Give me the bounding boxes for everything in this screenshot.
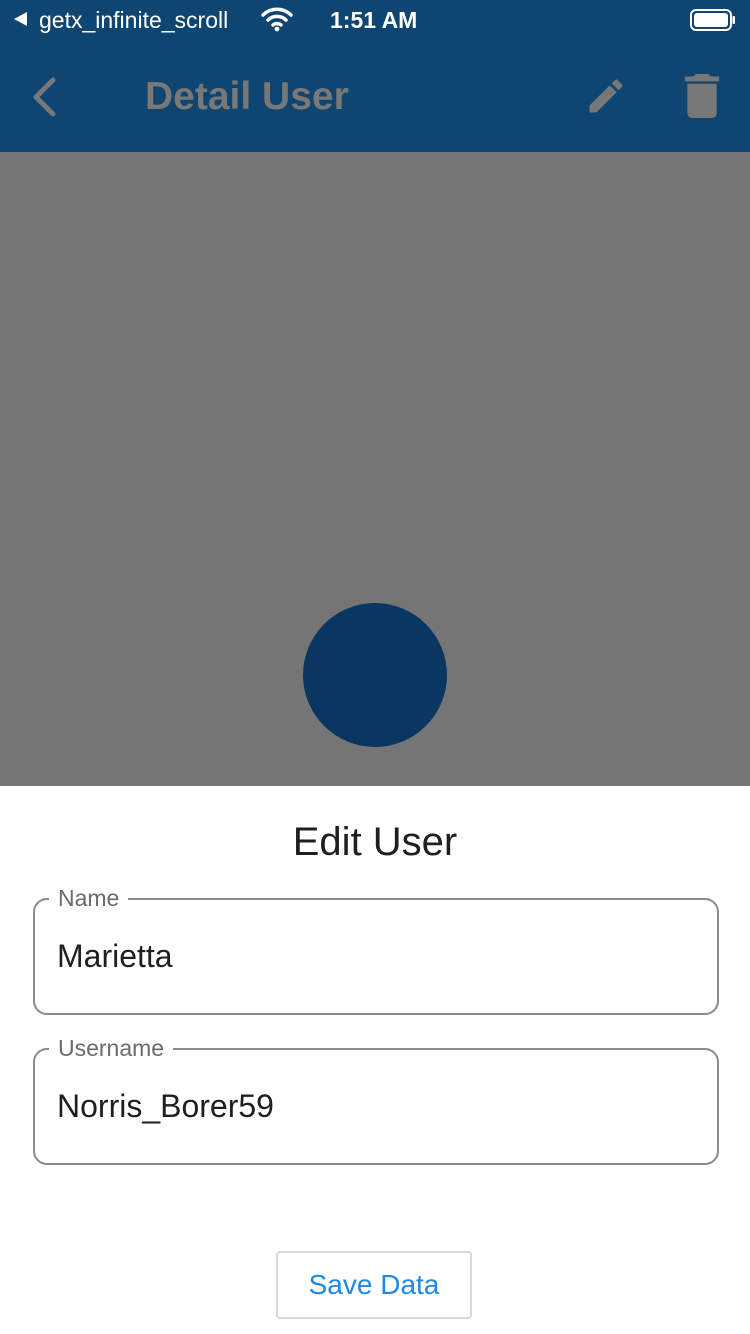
name-input[interactable] [57,930,687,982]
pencil-icon[interactable] [584,74,628,118]
wifi-icon [261,7,293,32]
edit-user-bottom-sheet: Edit User Name Username Save Data [0,786,750,1334]
chevron-left-icon[interactable] [22,70,70,124]
save-data-button[interactable]: Save Data [276,1251,472,1319]
trash-icon[interactable] [682,74,722,118]
status-time: 1:51 AM [330,7,418,33]
app-bar: Detail User [0,40,750,152]
status-bar: getx_infinite_scroll 1:51 AM [0,0,750,40]
back-to-app-icon[interactable] [14,12,27,26]
name-field[interactable]: Name [33,884,719,1015]
page-title: Detail User [145,75,349,118]
screen: getx_infinite_scroll 1:51 AM Detail User [0,0,750,1334]
name-field-label: Name [49,884,129,912]
avatar [303,603,447,747]
username-input[interactable] [57,1080,687,1132]
sheet-title: Edit User [292,820,458,864]
back-to-app-label[interactable]: getx_infinite_scroll [39,7,228,33]
username-field-label: Username [49,1034,174,1062]
username-field[interactable]: Username [33,1034,719,1165]
battery-icon [690,9,735,31]
